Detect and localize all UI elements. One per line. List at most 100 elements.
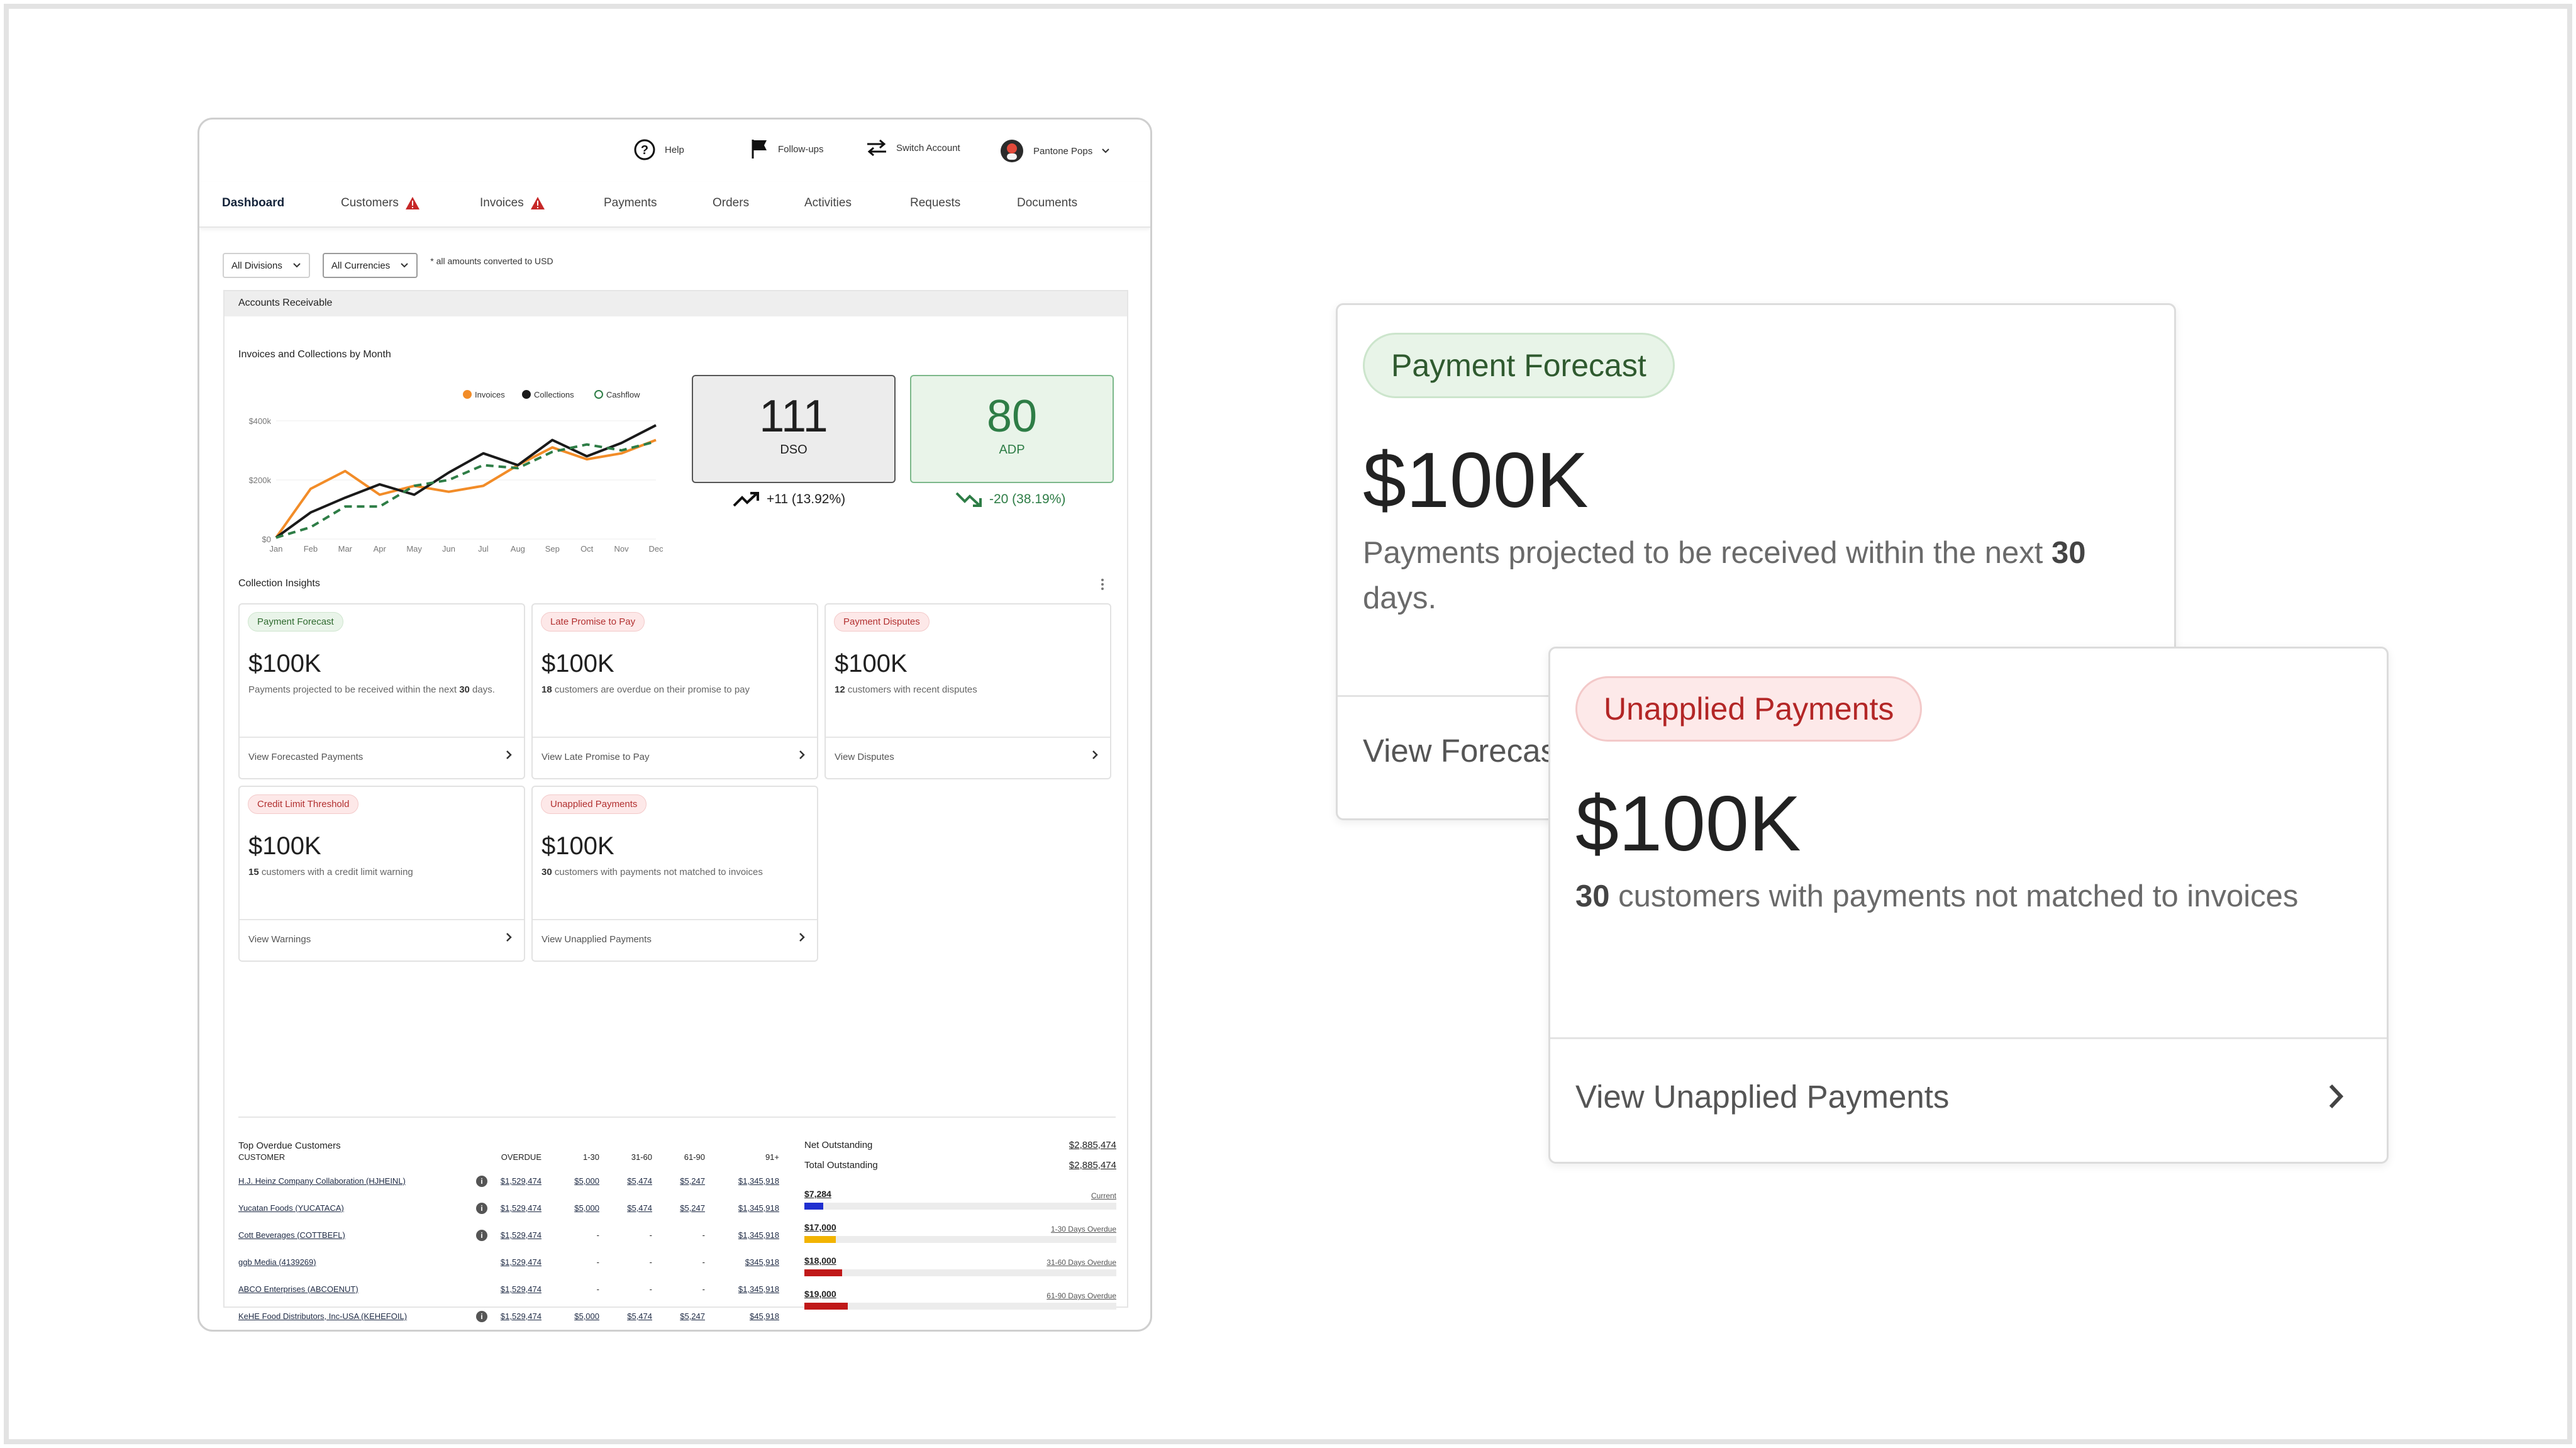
customer-link[interactable]: H.J. Heinz Company Collaboration (HJHEIN… — [238, 1176, 406, 1186]
bucket-bar-fill — [804, 1236, 836, 1243]
customer-link[interactable]: Yucatan Foods (YUCATACA) — [238, 1203, 344, 1213]
insight-tag: Unapplied Payments — [541, 794, 647, 814]
column-header: 31-60 — [631, 1152, 652, 1162]
amount-cell[interactable]: $5,000 — [574, 1203, 599, 1213]
info-icon[interactable]: i — [476, 1230, 487, 1241]
currencies-select[interactable]: All Currencies — [322, 253, 418, 278]
info-icon[interactable]: i — [476, 1203, 487, 1214]
table-row: ABCO Enterprises (ABCOENUT) $1,529,474 - - -… — [238, 1284, 792, 1297]
amount-cell[interactable]: $1,345,918 — [738, 1203, 779, 1213]
help-link[interactable]: ? Help — [633, 138, 684, 161]
account-menu[interactable]: Pantone Pops — [999, 138, 1110, 164]
bucket-bar-track — [804, 1269, 1116, 1276]
net-outstanding-value[interactable]: $2,885,474 — [1069, 1140, 1116, 1150]
amount-cell[interactable]: $1,345,918 — [738, 1176, 779, 1186]
bucket-amount: $18,000 — [804, 1256, 836, 1266]
view-unapplied-payments-link[interactable]: View Unapplied Payments — [533, 919, 817, 961]
chart-y-tick: $400k — [249, 416, 272, 426]
insight-amount: $100K — [541, 832, 614, 860]
amount-cell[interactable]: $1,529,474 — [501, 1257, 541, 1267]
amount-cell[interactable]: $1,529,474 — [501, 1284, 541, 1294]
tab-customers[interactable]: Customers — [341, 196, 420, 210]
chevron-right-icon — [506, 750, 512, 759]
info-icon[interactable]: i — [476, 1311, 487, 1322]
tab-documents[interactable]: Documents — [1017, 196, 1077, 210]
amount-cell[interactable]: $1,529,474 — [501, 1203, 541, 1213]
total-outstanding-value[interactable]: $2,885,474 — [1069, 1160, 1116, 1171]
amount-cell: - — [596, 1284, 599, 1294]
chart-legend-label: Cashflow — [606, 390, 640, 399]
amount-cell[interactable]: $5,000 — [574, 1312, 599, 1321]
insight-tag: Payment Forecast — [248, 612, 343, 632]
tab-invoices[interactable]: Invoices — [480, 196, 545, 210]
chart-x-tick: Aug — [511, 544, 525, 554]
amount-cell[interactable]: $5,000 — [574, 1176, 599, 1186]
amount-cell[interactable]: $5,474 — [627, 1312, 652, 1321]
column-header: 1-30 — [582, 1152, 599, 1162]
amount-cell[interactable]: $345,918 — [745, 1257, 779, 1267]
bucket-label[interactable]: 31-60 Days Overdue — [1046, 1258, 1116, 1267]
dso-delta-text: +11 (13.92%) — [767, 492, 846, 506]
bucket-amount: $17,000 — [804, 1222, 836, 1232]
insight-description: 18 customers are overdue on their promis… — [541, 684, 750, 695]
view-forecasted-payments-link[interactable]: View Forecasted Payments — [240, 737, 524, 778]
insight-link-label: View Late Promise to Pay — [541, 752, 650, 762]
bucket-bar-track — [804, 1236, 1116, 1243]
adp-delta: -20 (38.19%) — [955, 491, 1065, 508]
chart-x-tick: Jul — [478, 544, 489, 554]
tab-dashboard-label: Dashboard — [222, 196, 285, 209]
amount-cell[interactable]: $1,345,918 — [738, 1230, 779, 1240]
tab-dashboard[interactable]: Dashboard — [222, 196, 284, 210]
customer-link[interactable]: ggb Media (4139269) — [238, 1257, 316, 1267]
zoom-view-unapplied-link[interactable]: View Unapplied Payments — [1550, 1037, 2387, 1162]
chart-x-tick: Jun — [442, 544, 455, 554]
amount-cell[interactable]: $1,529,474 — [501, 1312, 541, 1321]
customer-link[interactable]: KeHE Food Distributors, Inc-USA (KEHEFOI… — [238, 1312, 407, 1321]
chart-legend-marker — [463, 390, 472, 399]
bucket-bar-track — [804, 1203, 1116, 1210]
tab-activities[interactable]: Activities — [804, 196, 852, 210]
bucket-label[interactable]: Current — [1091, 1191, 1116, 1200]
view-warnings-link[interactable]: View Warnings — [240, 919, 524, 961]
dashboard-window: ? Help Follow-ups Switch Account Pantone… — [197, 118, 1152, 1332]
amount-cell[interactable]: $5,474 — [627, 1203, 652, 1213]
info-icon[interactable]: i — [476, 1176, 487, 1187]
bucket-bar-fill — [804, 1269, 842, 1276]
amount-cell[interactable]: $1,529,474 — [501, 1230, 541, 1240]
followups-link[interactable]: Follow-ups — [750, 138, 824, 160]
table-row: H.J. Heinz Company Collaboration (HJHEIN… — [238, 1176, 792, 1189]
amount-cell[interactable]: $1,345,918 — [738, 1284, 779, 1294]
chart-legend-label: Invoices — [475, 390, 505, 399]
insight-card-unapplied-payments: Unapplied Payments $100K 30 customers wi… — [531, 786, 818, 962]
zoom-unapplied-tag: Unapplied Payments — [1575, 676, 1923, 742]
more-vertical-icon[interactable] — [1100, 578, 1105, 591]
bucket-label[interactable]: 1-30 Days Overdue — [1051, 1225, 1116, 1234]
tab-documents-label: Documents — [1017, 196, 1078, 209]
bucket-amount: $19,000 — [804, 1289, 836, 1299]
followups-label: Follow-ups — [778, 143, 824, 155]
filter-bar: All Divisions All Currencies * all amoun… — [223, 253, 553, 278]
divisions-select[interactable]: All Divisions — [223, 253, 310, 278]
amount-cell[interactable]: $5,247 — [680, 1176, 705, 1186]
bucket-label[interactable]: 61-90 Days Overdue — [1046, 1291, 1116, 1300]
amount-cell[interactable]: $5,247 — [680, 1203, 705, 1213]
view-disputes-link[interactable]: View Disputes — [826, 737, 1110, 778]
tab-payments[interactable]: Payments — [604, 196, 657, 210]
amount-cell: - — [596, 1230, 599, 1240]
table-header-row: CUSTOMER OVERDUE 1-30 31-60 61-90 91+ — [238, 1152, 792, 1165]
chart-x-tick: Mar — [338, 544, 353, 554]
view-late-promise-link[interactable]: View Late Promise to Pay — [533, 737, 817, 778]
tab-orders[interactable]: Orders — [713, 196, 749, 210]
customer-link[interactable]: Cott Beverages (COTTBEFL) — [238, 1230, 345, 1240]
amount-cell[interactable]: $5,474 — [627, 1176, 652, 1186]
chart-legend-label: Collections — [534, 390, 574, 399]
warning-icon — [405, 197, 419, 209]
amount-cell[interactable]: $1,529,474 — [501, 1176, 541, 1186]
tab-requests[interactable]: Requests — [910, 196, 960, 210]
customer-link[interactable]: ABCO Enterprises (ABCOENUT) — [238, 1284, 358, 1294]
insight-description: 12 customers with recent disputes — [835, 684, 977, 695]
amount-cell[interactable]: $45,918 — [750, 1312, 779, 1321]
amount-cell[interactable]: $5,247 — [680, 1312, 705, 1321]
switch-account-link[interactable]: Switch Account — [866, 138, 960, 157]
bucket-amount: $7,284 — [804, 1189, 831, 1199]
